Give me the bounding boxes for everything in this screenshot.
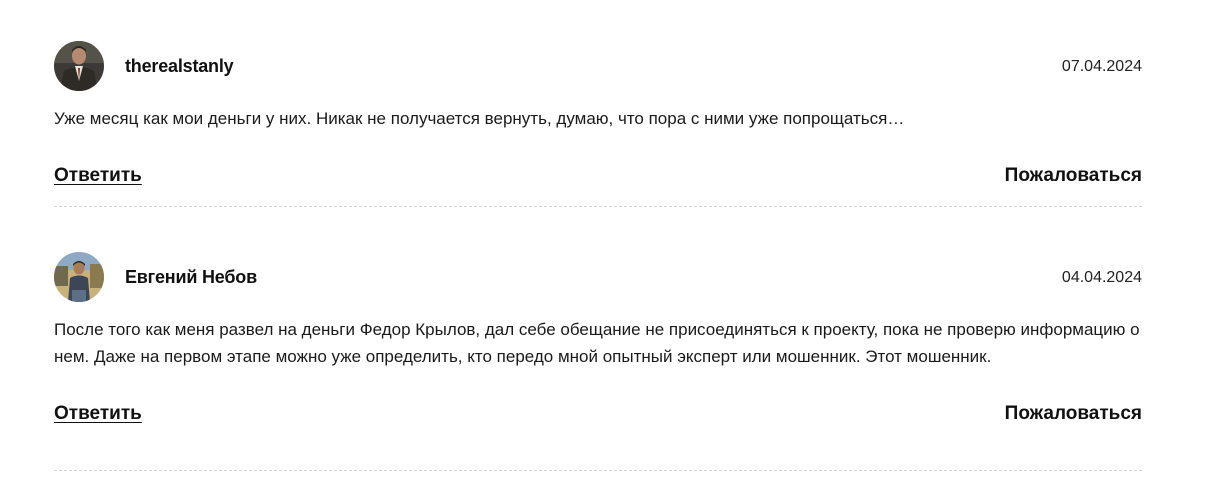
comment-actions: Ответить Пожаловаться	[54, 403, 1142, 431]
author-name: Евгений Небов	[125, 267, 257, 287]
avatar	[54, 252, 104, 302]
comment-actions: Ответить Пожаловаться	[54, 165, 1142, 193]
report-link[interactable]: Пожаловаться	[1005, 403, 1142, 425]
comment-item: therealstanly 07.04.2024 Уже месяц как м…	[54, 41, 1142, 207]
comment-text: Уже месяц как мои деньги у них. Никак не…	[54, 109, 905, 128]
comment-text: После того как меня развел на деньги Фед…	[54, 320, 1140, 366]
divider	[54, 206, 1142, 207]
divider	[54, 470, 1142, 471]
comment-item: Евгений Небов 04.04.2024 После того как …	[54, 252, 1142, 471]
reply-link[interactable]: Ответить	[54, 165, 142, 187]
author-name: therealstanly	[125, 56, 234, 76]
comment-date: 07.04.2024	[1061, 58, 1142, 75]
avatar	[54, 41, 104, 91]
comment-header: Евгений Небов 04.04.2024	[54, 252, 1142, 302]
comment-header: therealstanly 07.04.2024	[54, 41, 1142, 91]
comment-date: 04.04.2024	[1061, 269, 1142, 286]
report-link[interactable]: Пожаловаться	[1005, 165, 1142, 187]
reply-link[interactable]: Ответить	[54, 403, 142, 425]
